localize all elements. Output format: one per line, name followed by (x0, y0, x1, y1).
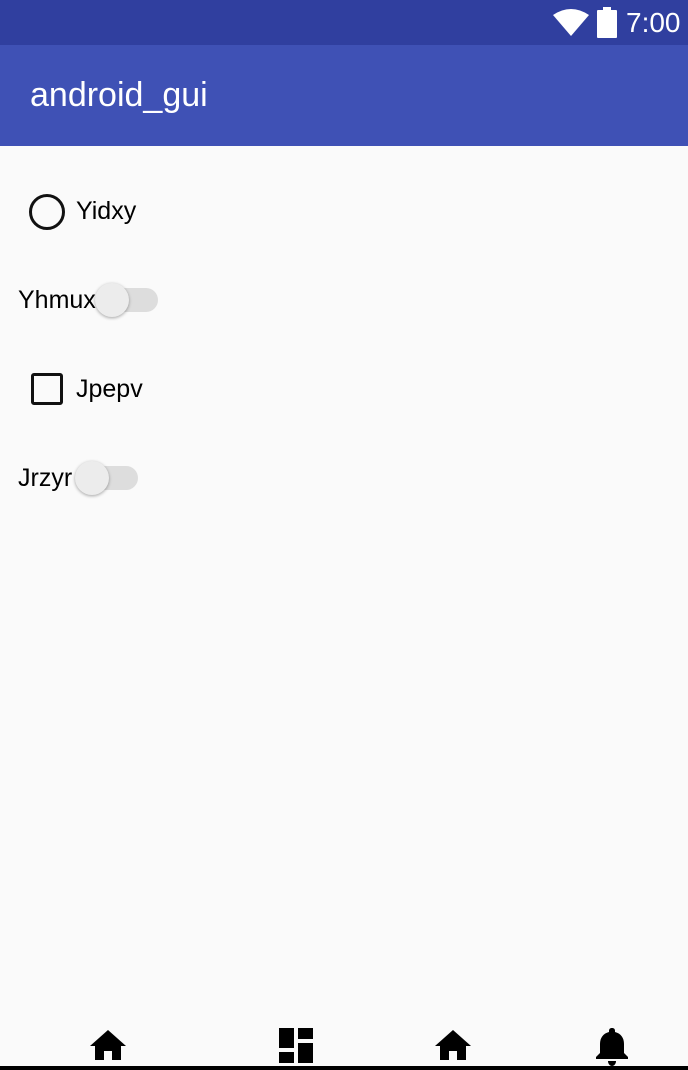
app-bar: android_gui (0, 45, 688, 146)
notifications-icon[interactable] (592, 1026, 632, 1066)
battery-icon (597, 7, 617, 38)
radio-button[interactable] (29, 194, 65, 230)
nav-bar-line (0, 1066, 688, 1070)
status-bar: 7:00 (0, 0, 688, 45)
app-title: android_gui (30, 76, 208, 114)
switch-thumb (95, 283, 129, 317)
toggle-switch-jrzyr[interactable] (75, 453, 141, 495)
bottom-navigation (0, 1016, 688, 1070)
content-area: Yidxy Yhmux Jpepv Jrzyr (0, 146, 688, 1016)
switch-label-yhmux: Yhmux (18, 286, 96, 314)
home-icon[interactable] (433, 1026, 473, 1066)
switch-label-jrzyr: Jrzyr (18, 464, 73, 492)
dashboard-icon[interactable] (276, 1026, 316, 1066)
switch-thumb (75, 461, 109, 495)
toggle-switch-yhmux[interactable] (95, 275, 161, 317)
wifi-icon (553, 9, 589, 36)
status-clock: 7:00 (626, 7, 681, 38)
checkbox-label[interactable]: Jpepv (76, 374, 143, 404)
home-icon[interactable] (88, 1026, 128, 1066)
radio-label[interactable]: Yidxy (76, 196, 136, 226)
checkbox[interactable] (31, 373, 63, 405)
